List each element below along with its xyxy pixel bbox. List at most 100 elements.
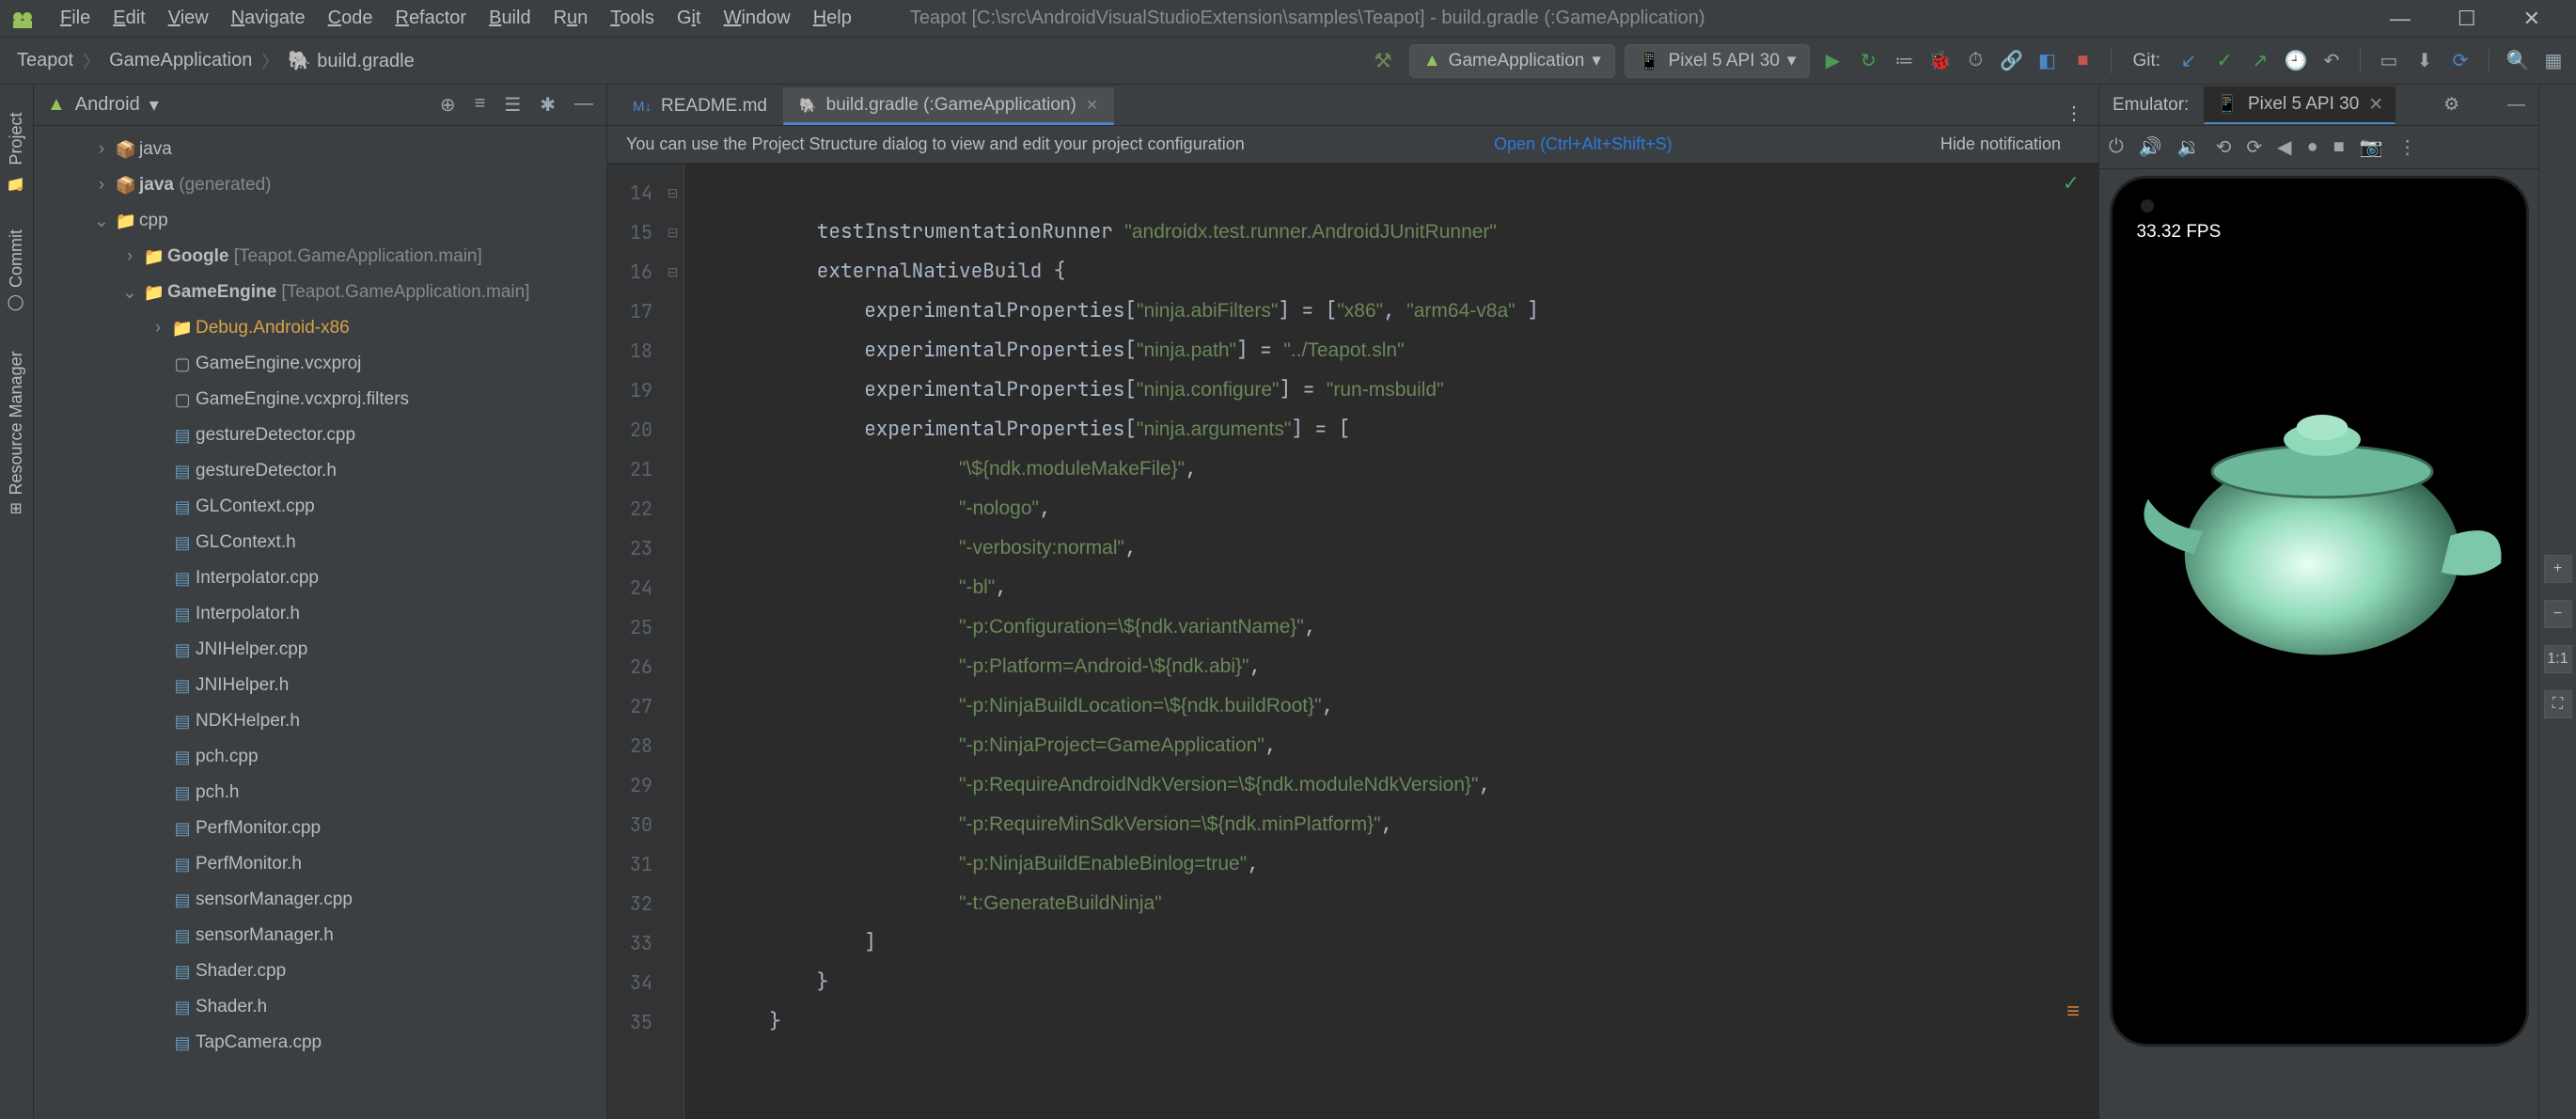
build-hammer-icon[interactable]: ⚒ <box>1366 49 1400 73</box>
menu-build[interactable]: Build <box>478 4 542 33</box>
code-editor[interactable]: 14 15 16 17 18 19 20 21 22 23 24 25 26 2… <box>607 164 2098 1119</box>
hide-panel-icon[interactable]: — <box>2507 95 2525 116</box>
tree-node[interactable]: ▤JNIHelper.cpp <box>34 632 606 668</box>
menu-window[interactable]: Window <box>713 4 802 33</box>
tree-node[interactable]: ▤GLContext.cpp <box>34 489 606 525</box>
apply-changes-icon[interactable]: ↻ <box>1855 49 1881 72</box>
target-icon[interactable]: ⊕ <box>440 93 456 117</box>
search-icon[interactable]: 🔍 <box>2505 49 2531 72</box>
tab-build-gradle[interactable]: 🐘 build.gradle (:GameApplication) ✕ <box>783 87 1114 125</box>
run-icon[interactable]: ▶ <box>1819 49 1846 72</box>
tree-node[interactable]: ▤NDKHelper.h <box>34 703 606 739</box>
debug-icon[interactable]: 🐞 <box>1926 49 1953 72</box>
tree-node[interactable]: ›📦java <box>34 132 606 167</box>
tool-commit[interactable]: ◯Commit <box>7 229 26 313</box>
tree-node[interactable]: ▤Shader.h <box>34 989 606 1025</box>
sdk-manager-icon[interactable]: ⬇ <box>2411 49 2438 72</box>
rotate-right-icon[interactable]: ⟳ <box>2246 135 2262 159</box>
menu-refactor[interactable]: Refactor <box>384 4 478 33</box>
screenshot-icon[interactable]: 📷 <box>2360 135 2383 159</box>
tree-node[interactable]: ▤PerfMonitor.h <box>34 846 606 882</box>
fold-gutter[interactable]: ⊟ ⊟ ⊟ <box>662 164 684 1119</box>
crumb-module[interactable]: GameApplication <box>102 50 259 71</box>
tree-node[interactable]: ▤pch.h <box>34 775 606 811</box>
tree-arrow-icon[interactable]: › <box>147 318 169 339</box>
tree-node[interactable]: ▤PerfMonitor.cpp <box>34 811 606 846</box>
project-tree[interactable]: ›📦java›📦java (generated)⌄📁cpp›📁Google [T… <box>34 126 606 1119</box>
window-maximize-icon[interactable]: ☐ <box>2458 7 2476 31</box>
git-push-icon[interactable]: ↗ <box>2247 49 2273 72</box>
home-icon[interactable]: ● <box>2307 136 2318 158</box>
window-minimize-icon[interactable]: ― <box>2390 7 2411 31</box>
tree-node[interactable]: ▤sensorManager.h <box>34 918 606 954</box>
collapse-icon[interactable]: — <box>574 93 593 117</box>
tool-resource-manager[interactable]: ⊞Resource Manager <box>7 351 26 515</box>
git-history-icon[interactable]: 🕘 <box>2283 49 2309 72</box>
git-rollback-icon[interactable]: ↶ <box>2318 49 2345 72</box>
menu-file[interactable]: File <box>49 4 102 33</box>
tree-arrow-icon[interactable]: ⌄ <box>90 211 113 232</box>
crumb-file[interactable]: 🐘build.gradle <box>280 49 421 72</box>
tree-arrow-icon[interactable]: ⌄ <box>118 282 141 304</box>
tree-node[interactable]: ▤Interpolator.h <box>34 596 606 632</box>
coverage-icon[interactable]: ≔ <box>1891 49 1917 72</box>
menu-run[interactable]: Run <box>542 4 600 33</box>
tree-node[interactable]: ▤gestureDetector.cpp <box>34 418 606 453</box>
tree-node[interactable]: ›📁Google [Teapot.GameApplication.main] <box>34 239 606 275</box>
filter-icon[interactable]: ☰ <box>504 93 521 117</box>
code-content[interactable]: testInstrumentationRunner "androidx.test… <box>684 164 2098 1119</box>
volume-down-icon[interactable]: 🔉 <box>2177 135 2201 159</box>
window-close-icon[interactable]: ✕ <box>2523 7 2540 31</box>
zoom-fit-button[interactable]: ⛶ <box>2544 690 2572 718</box>
menu-code[interactable]: Code <box>317 4 385 33</box>
tab-readme[interactable]: M↓ README.md <box>617 87 783 125</box>
tree-node[interactable]: ›📁Debug.Android-x86 <box>34 310 606 346</box>
tree-arrow-icon[interactable]: › <box>90 139 113 160</box>
close-icon[interactable]: ✕ <box>1086 96 1098 115</box>
tree-node[interactable]: ›📦java (generated) <box>34 167 606 203</box>
banner-hide-link[interactable]: Hide notification <box>1922 134 2080 154</box>
menu-help[interactable]: Help <box>802 4 863 33</box>
stop-icon[interactable]: ■ <box>2069 50 2096 71</box>
attach-debugger-icon[interactable]: 🔗 <box>1998 49 2024 72</box>
git-update-icon[interactable]: ↙ <box>2175 49 2202 72</box>
tree-arrow-icon[interactable]: › <box>118 246 141 267</box>
tree-node[interactable]: ▤Shader.cpp <box>34 954 606 989</box>
back-icon[interactable]: ◀ <box>2277 135 2291 159</box>
device-selector[interactable]: 📱 Pixel 5 API 30 ▾ <box>1625 44 1811 78</box>
more-icon[interactable]: ⋮ <box>2398 135 2417 159</box>
menu-edit[interactable]: Edit <box>102 4 156 33</box>
close-icon[interactable]: ✕ <box>2368 94 2383 116</box>
menu-git[interactable]: Git <box>666 4 713 33</box>
volume-up-icon[interactable]: 🔊 <box>2139 135 2162 159</box>
menu-tools[interactable]: Tools <box>599 4 666 33</box>
git-commit-icon[interactable]: ✓ <box>2211 49 2238 72</box>
tree-node[interactable]: ▤GLContext.h <box>34 525 606 560</box>
gear-icon[interactable]: ⚙ <box>2443 94 2459 116</box>
tree-node[interactable]: ▤sensorManager.cpp <box>34 882 606 918</box>
menu-navigate[interactable]: Navigate <box>220 4 317 33</box>
tree-node[interactable]: ⌄📁GameEngine [Teapot.GameApplication.mai… <box>34 275 606 310</box>
tabs-more-icon[interactable]: ⋮ <box>2050 102 2098 125</box>
project-view-selector[interactable]: ▲ Android ▾ <box>47 93 159 117</box>
tree-node[interactable]: ⌄📁cpp <box>34 203 606 239</box>
settings-icon[interactable]: ▦ <box>2540 49 2567 72</box>
tree-arrow-icon[interactable]: › <box>90 175 113 196</box>
zoom-in-button[interactable]: + <box>2544 555 2572 583</box>
power-icon[interactable]: ⏻ <box>2109 136 2124 158</box>
banner-open-link[interactable]: Open (Ctrl+Alt+Shift+S) <box>1475 134 1691 154</box>
tree-node[interactable]: ▢GameEngine.vcxproj.filters <box>34 382 606 418</box>
tree-node[interactable]: ▤gestureDetector.h <box>34 453 606 489</box>
tree-node[interactable]: ▤Interpolator.cpp <box>34 560 606 596</box>
rotate-left-icon[interactable]: ⟲ <box>2216 135 2232 159</box>
emulator-device-tab[interactable]: 📱 Pixel 5 API 30 ✕ <box>2204 87 2395 124</box>
app-inspection-icon[interactable]: ◧ <box>2034 49 2060 72</box>
tree-node[interactable]: ▤pch.cpp <box>34 739 606 775</box>
tree-node[interactable]: ▢GameEngine.vcxproj <box>34 346 606 382</box>
sync-icon[interactable]: ⟳ <box>2447 49 2474 72</box>
overview-icon[interactable]: ■ <box>2333 136 2345 158</box>
avd-manager-icon[interactable]: ▭ <box>2376 49 2402 72</box>
profile-icon[interactable]: ⏱ <box>1962 50 1988 71</box>
zoom-out-button[interactable]: − <box>2544 600 2572 628</box>
run-config-selector[interactable]: ▲ GameApplication ▾ <box>1409 44 1615 78</box>
